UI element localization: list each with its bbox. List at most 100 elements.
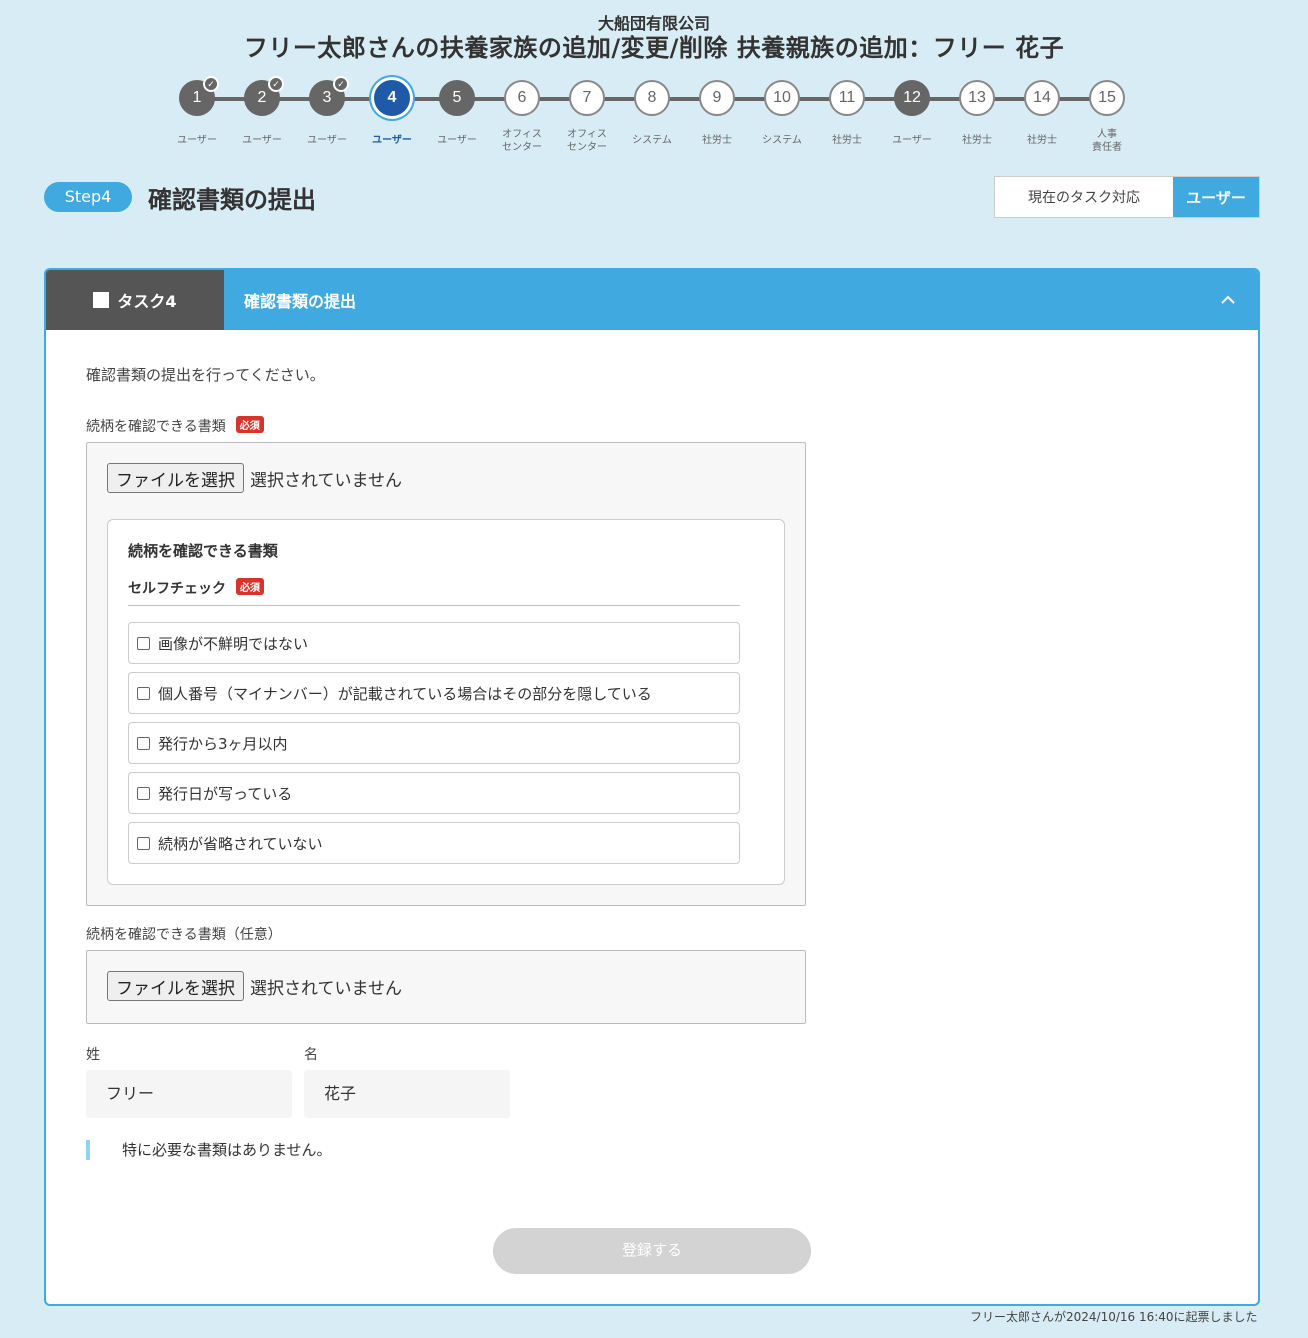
- step-number: 11: [838, 89, 856, 106]
- step-circle: 4: [374, 80, 410, 116]
- step-12: 12 ユーザー: [882, 80, 942, 147]
- step-1: 1 ✓ ユーザー: [167, 76, 227, 147]
- self-check-title: 続柄を確認できる書類: [128, 542, 278, 560]
- step-circle: 12: [894, 80, 930, 116]
- last-name-label: 姓: [86, 1047, 100, 1063]
- task-card: タスク4 確認書類の提出 確認書類の提出を行ってください。 続柄を確認できる書類…: [44, 268, 1260, 1306]
- self-check-item-label: 個人番号（マイナンバー）が記載されている場合はその部分を隠している: [158, 684, 652, 703]
- self-check-item[interactable]: 続柄が省略されていない: [128, 822, 740, 864]
- step-4: 4 ユーザー: [362, 80, 422, 147]
- check-icon: ✓: [203, 76, 219, 92]
- step-circle: 2 ✓: [244, 76, 284, 116]
- task-tab: タスク4: [46, 270, 224, 330]
- step-13: 13 社労士: [947, 80, 1007, 147]
- required-badge: 必須: [235, 416, 264, 433]
- doc1-file-button[interactable]: ファイルを選択: [107, 463, 244, 493]
- step-number: 4: [387, 89, 397, 106]
- self-check-item[interactable]: 発行日が写っている: [128, 772, 740, 814]
- step-circle: 5: [439, 80, 475, 116]
- task-card-title: 確認書類の提出: [244, 292, 357, 311]
- checkbox[interactable]: [137, 736, 150, 750]
- step-8: 8 システム: [622, 80, 682, 147]
- step-6: 6 オフィス センター: [492, 80, 552, 154]
- step-circle: 10: [764, 80, 800, 116]
- first-name-label: 名: [304, 1047, 318, 1063]
- step-15: 15 人事 責任者: [1077, 80, 1137, 154]
- step-pill: Step4: [44, 182, 132, 212]
- doc1-label: 続柄を確認できる書類 必須: [86, 416, 264, 436]
- self-check-item-label: 発行日が写っている: [158, 784, 293, 803]
- step-number: 2: [257, 89, 267, 106]
- checkbox[interactable]: [137, 686, 150, 700]
- step-number: 14: [1033, 89, 1051, 106]
- step-number: 13: [968, 89, 986, 106]
- step-number: 7: [582, 89, 592, 106]
- first-name-field[interactable]: 花子: [304, 1070, 510, 1118]
- step-label: オフィス センター: [567, 129, 607, 153]
- checkbox[interactable]: [137, 786, 150, 800]
- chevron-up-icon[interactable]: [1198, 270, 1258, 330]
- step-circle: 9: [699, 80, 735, 116]
- self-check-heading: セルフチェック 必須: [128, 578, 740, 606]
- self-check-item-label: 続柄が省略されていない: [158, 834, 323, 853]
- check-icon: ✓: [333, 76, 349, 92]
- doc1-file-row: ファイルを選択 選択されていません: [107, 463, 402, 493]
- checkbox[interactable]: [137, 836, 150, 850]
- step-label: ユーザー: [372, 135, 412, 146]
- step-label: システム: [632, 135, 672, 146]
- required-badge: 必須: [236, 578, 264, 595]
- doc2-file-status: 選択されていません: [250, 978, 402, 999]
- step-number: 8: [647, 89, 657, 106]
- step-7: 7 オフィス センター: [557, 80, 617, 154]
- step-number: 12: [903, 89, 921, 106]
- self-check-item[interactable]: 個人番号（マイナンバー）が記載されている場合はその部分を隠している: [128, 672, 740, 714]
- step-label: ユーザー: [242, 135, 282, 146]
- current-task-value: ユーザー: [1173, 177, 1259, 217]
- step-circle: 6: [504, 80, 540, 116]
- step-number: 9: [712, 89, 722, 106]
- workflow-stepper: 1 ✓ ユーザー 2 ✓ ユーザー 3 ✓ ユーザー 4 ユーザー 5 ユーザー 6 オフィス センター 7 オ…: [0, 76, 1308, 160]
- step-9: 9 社労士: [687, 80, 747, 147]
- step-3: 3 ✓ ユーザー: [297, 76, 357, 147]
- step-label: 社労士: [832, 135, 862, 146]
- self-check-item[interactable]: 発行から3ヶ月以内: [128, 722, 740, 764]
- step-circle: 1 ✓: [179, 76, 219, 116]
- doc2-file-button[interactable]: ファイルを選択: [107, 971, 244, 1001]
- page-title: フリー太郎さんの扶養家族の追加/変更/削除 扶養親族の追加：フリー 花子: [243, 34, 1065, 62]
- self-check-panel: 続柄を確認できる書類 セルフチェック 必須 画像が不鮮明ではない 個人番号（マイナ…: [107, 519, 785, 885]
- step-2: 2 ✓ ユーザー: [232, 76, 292, 147]
- current-task-label: 現在のタスク対応: [1028, 190, 1140, 206]
- step-label: ユーザー: [892, 135, 932, 146]
- step-circle: 7: [569, 80, 605, 116]
- step-14: 14 社労士: [1012, 80, 1072, 147]
- doc1-label-text: 続柄を確認できる書類: [86, 419, 226, 435]
- step-circle: 8: [634, 80, 670, 116]
- step-label: ユーザー: [177, 135, 217, 146]
- self-check-item-label: 発行から3ヶ月以内: [158, 734, 288, 753]
- task-tab-label: タスク4: [117, 292, 177, 311]
- doc2-label: 続柄を確認できる書類（任意）: [86, 927, 282, 943]
- step-label: ユーザー: [437, 135, 477, 146]
- step-label: 社労士: [1027, 135, 1057, 146]
- self-check-label: セルフチェック: [128, 581, 226, 597]
- step-circle: 14: [1024, 80, 1060, 116]
- step-number: 5: [452, 89, 462, 106]
- last-name-field[interactable]: フリー: [86, 1070, 292, 1118]
- task-card-header[interactable]: タスク4 確認書類の提出: [46, 270, 1258, 330]
- step-number: 15: [1098, 89, 1116, 106]
- created-note: フリー太郎さんが2024/10/16 16:40に起票しました: [970, 1310, 1258, 1324]
- checkbox[interactable]: [137, 636, 150, 650]
- step-label: 社労士: [702, 135, 732, 146]
- register-button[interactable]: 登録する: [493, 1228, 811, 1274]
- step-circle: 3 ✓: [309, 76, 349, 116]
- step-number: 1: [192, 89, 202, 106]
- step-label: 人事 責任者: [1092, 129, 1122, 153]
- step-label: 社労士: [962, 135, 992, 146]
- doc1-upload-box: ファイルを選択 選択されていません 続柄を確認できる書類 セルフチェック 必須 画…: [86, 442, 806, 906]
- step-circle: 15: [1089, 80, 1125, 116]
- step-10: 10 システム: [752, 80, 812, 147]
- self-check-item[interactable]: 画像が不鮮明ではない: [128, 622, 740, 664]
- step-11: 11 社労士: [817, 80, 877, 147]
- doc1-file-status: 選択されていません: [250, 470, 402, 491]
- intro-text: 確認書類の提出を行ってください。: [86, 366, 325, 384]
